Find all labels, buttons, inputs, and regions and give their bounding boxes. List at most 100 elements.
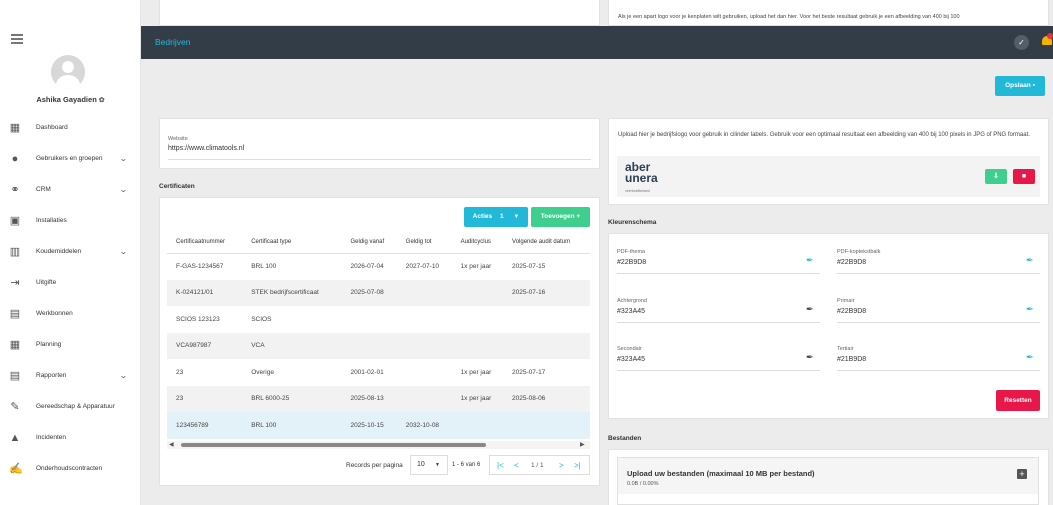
table-row[interactable]: F-GAS-1234567 BRL 100 2026-07-04 2027-07-10… (167, 253, 590, 280)
color-field-value[interactable]: #22B9D8 (617, 259, 646, 266)
chevron-down-icon[interactable]: ⌄ (119, 154, 128, 163)
column-header[interactable]: Volgende audit datum (503, 232, 590, 254)
color-field-value[interactable]: #22B9D8 (837, 259, 866, 266)
report-icon: ▤ (9, 369, 21, 382)
gear-icon[interactable]: ✿ (99, 97, 105, 104)
sidebar-item-label: Koudemiddelen (36, 248, 82, 255)
records-per-page-label: Records per pagina (346, 462, 403, 469)
color-picker-icon[interactable]: ✒ (1026, 352, 1034, 363)
files-title: Bestanden (608, 435, 642, 442)
color-field-value[interactable]: #323A45 (617, 308, 645, 315)
color-picker-icon[interactable]: ✒ (806, 304, 814, 315)
next-page-icon[interactable]: > (559, 461, 564, 470)
sidebar-item-onderhoudscontracten[interactable]: ✍ Onderhoudscontracten (0, 453, 141, 484)
column-header[interactable]: Geldig tot (396, 232, 452, 254)
contract-icon: ✍ (9, 462, 23, 475)
table-cell: 23 (167, 385, 243, 412)
actions-count: 1 (499, 213, 504, 220)
sidebar-item-label: Gebruikers en groepen (36, 155, 103, 162)
column-header[interactable]: Auditcyclus (451, 232, 504, 254)
upload-icon: ⇩ (993, 173, 999, 180)
sidebar-item-rapporten[interactable]: ▤ Rapporten ⌄ (0, 360, 141, 391)
scrollbar-thumb[interactable] (181, 443, 486, 447)
table-row[interactable]: 123456789 BRL 100 2025-10-15 2032-10-08 (167, 412, 590, 439)
table-cell: 2025-07-08 (341, 279, 397, 306)
table-cell (341, 306, 397, 333)
table-cell (503, 412, 590, 439)
color-picker-icon[interactable]: ✒ (806, 352, 814, 363)
color-scheme-card (608, 233, 1049, 419)
table-cell: VCA987987 (167, 332, 243, 359)
sidebar-item-uitgifte[interactable]: ⇥ Uitgifte (0, 267, 141, 298)
reset-button[interactable]: Resetten (996, 390, 1040, 411)
caret-down-icon: ▼ (513, 214, 520, 220)
save-button[interactable]: Opslaan ▪ (995, 76, 1045, 96)
sidebar-item-installaties[interactable]: ▣ Installaties (0, 205, 141, 236)
scroll-left-icon[interactable]: ◀ (169, 441, 174, 449)
chevron-down-icon[interactable]: ⌄ (119, 371, 128, 380)
sidebar-item-crm[interactable]: ⚭ CRM ⌄ (0, 174, 141, 205)
color-field-label: Tertiair (837, 346, 854, 352)
sign-out-icon: ⇥ (10, 276, 20, 289)
upload-title: Upload uw bestanden (maximaal 10 MB per … (627, 469, 815, 478)
column-header[interactable]: Certificaat type (242, 232, 342, 254)
table-cell (341, 332, 397, 359)
prev-page-icon[interactable]: < (514, 461, 519, 470)
color-picker-icon[interactable]: ✒ (1026, 304, 1034, 315)
color-field-label: Achtergrond (617, 298, 647, 304)
color-picker-icon[interactable]: ✒ (806, 255, 814, 266)
company-logo: aber unera (625, 161, 658, 184)
check-circle-icon[interactable]: ✓ (1014, 35, 1029, 50)
last-page-icon[interactable]: >| (574, 461, 581, 470)
sidebar-item-incidenten[interactable]: ▲ Incidenten (0, 422, 141, 453)
table-cell (396, 385, 452, 412)
actions-button[interactable]: Acties 1 ▼ (464, 207, 528, 227)
avatar[interactable] (51, 55, 85, 89)
add-certificate-button[interactable]: Toevoegen + (531, 207, 590, 227)
table-row[interactable]: VCA987987 VCA (167, 332, 590, 359)
table-cell: BRL 6000-25 (242, 385, 342, 412)
username[interactable]: Ashika Gayadien ✿ (0, 95, 141, 104)
delete-logo-button[interactable]: ■ (1013, 169, 1035, 184)
table-header-row: Certificaatnummer Certificaat type Geldig … (167, 232, 590, 254)
sidebar-item-gereedschap-apparatuur[interactable]: ✎ Gereedschap & Apparatuur (0, 391, 141, 422)
table-row[interactable]: 23 BRL 6000-25 2025-08-13 1x per jaar 2025-0… (167, 385, 590, 412)
sidebar-item-label: Rapporten (36, 372, 67, 379)
table-row[interactable]: 23 Overige 2001-02-01 1x per jaar 2025-07-17 (167, 359, 590, 386)
color-field-value[interactable]: #21B9D8 (837, 356, 866, 363)
sidebar-item-gebruikers-en-groepen[interactable]: ● Gebruikers en groepen ⌄ (0, 143, 141, 174)
website-card: Website https://www.climatools.nl (159, 118, 600, 169)
bell-icon[interactable] (1042, 33, 1053, 48)
color-field-underline (837, 322, 1040, 323)
color-field-value[interactable]: #323A45 (617, 356, 645, 363)
chevron-down-icon[interactable]: ⌄ (119, 247, 128, 256)
top-note: Als je een apart logo voor je kenplaten … (618, 14, 960, 20)
color-field-label: PDF-koptekstbalk (837, 249, 881, 255)
dashboard-icon: ▦ (9, 121, 21, 134)
upload-logo-button[interactable]: ⇩ (985, 169, 1007, 184)
records-per-page-select[interactable]: 10 ▼ (410, 455, 448, 475)
table-cell: 2027-07-10 (396, 253, 452, 280)
sidebar-item-planning[interactable]: ▦ Planning (0, 329, 141, 360)
warning-icon: ▲ (9, 431, 21, 444)
first-page-icon[interactable]: |< (497, 461, 504, 470)
page-label: 1 / 1 (531, 462, 544, 469)
color-picker-icon[interactable]: ✒ (1026, 255, 1034, 266)
scroll-right-icon[interactable]: ▶ (580, 441, 585, 449)
table-cell: 2025-07-16 (503, 279, 590, 306)
user-icon: ● (11, 152, 19, 165)
horizontal-scrollbar[interactable]: ◀ ▶ (167, 441, 590, 449)
sidebar-item-koudemiddelen[interactable]: ▥ Koudemiddelen ⌄ (0, 236, 141, 267)
sidebar-item-werkbonnen[interactable]: ▤ Werkbonnen (0, 298, 141, 329)
color-field-label: Primair (837, 298, 855, 304)
column-header[interactable]: Certificaatnummer (167, 232, 243, 254)
column-header[interactable]: Geldig vanaf (341, 232, 397, 254)
hamburger-menu-icon[interactable] (11, 34, 23, 46)
table-row[interactable]: K-024121/01 STEK bedrijfscertificaat 2025-… (167, 279, 590, 306)
website-input[interactable]: https://www.climatools.nl (168, 145, 244, 152)
sidebar-item-dashboard[interactable]: ▦ Dashboard (0, 112, 141, 143)
table-row[interactable]: SCIOS 123123 SCIOS (167, 306, 590, 333)
chevron-down-icon[interactable]: ⌄ (119, 185, 128, 194)
color-field-value[interactable]: #22B9D8 (837, 308, 866, 315)
add-file-icon[interactable]: + (1017, 469, 1027, 479)
